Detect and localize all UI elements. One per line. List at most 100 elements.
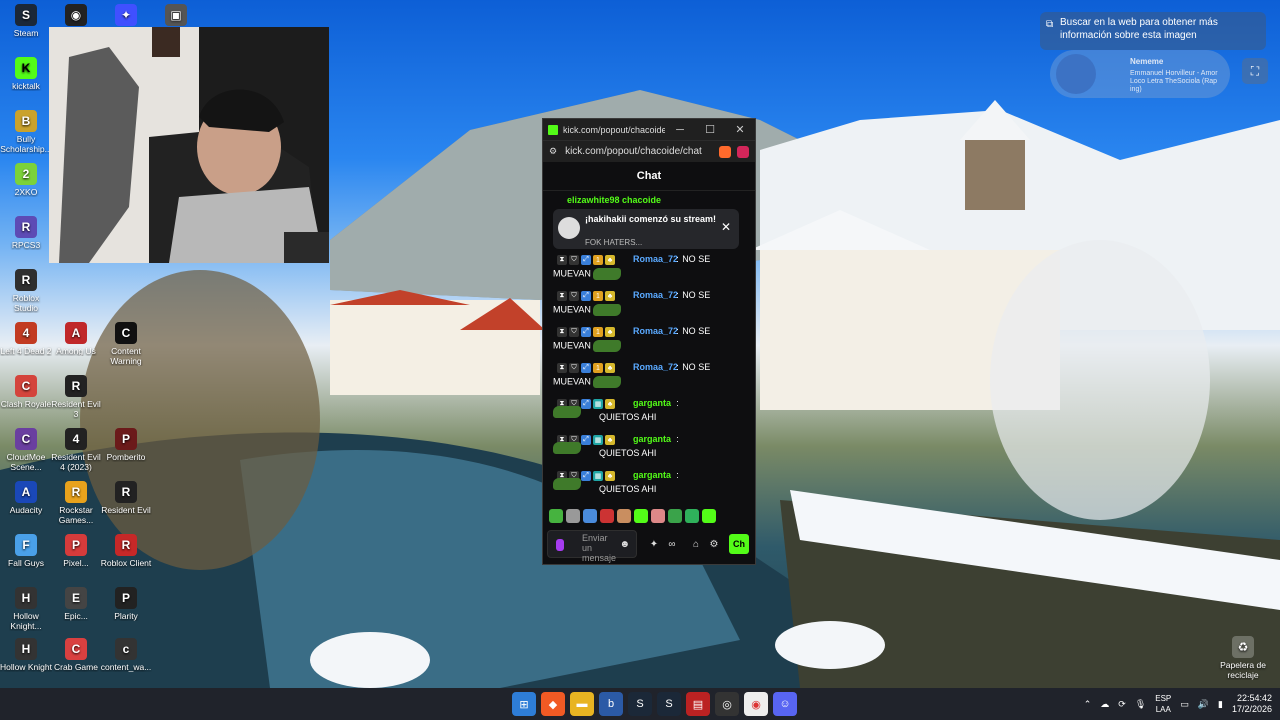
resident-evil-icon: R xyxy=(65,375,87,397)
brave-browser-icon[interactable]: ◆ xyxy=(541,692,565,716)
settings-icon[interactable]: ⚙ xyxy=(705,539,723,550)
desktop-icon-app[interactable]: ◉ xyxy=(50,4,102,28)
kick-chat-window: kick.com/popout/chacoide/... ─ ☐ ✕ ⚙ kic… xyxy=(542,118,756,565)
steam-icon[interactable]: S xyxy=(628,692,652,716)
emoji-icon[interactable]: ☻ xyxy=(619,539,630,550)
brave-rewards-icon[interactable] xyxy=(737,145,749,158)
emote-icon[interactable] xyxy=(600,509,614,523)
desktop-icon-steam[interactable]: S Steam xyxy=(0,4,52,38)
link-icon[interactable]: ∞ xyxy=(663,539,681,550)
volume-icon[interactable]: 🔊 xyxy=(1198,699,1209,710)
gift-icon[interactable]: ⌂ xyxy=(687,539,705,550)
emote-icon[interactable] xyxy=(634,509,648,523)
steam-icon[interactable]: S xyxy=(657,692,681,716)
chat-message[interactable]: ⧗ ⛉ ⤢ 1 ♣ Romaa_72: NO SE MUEVAN xyxy=(543,251,753,287)
badge-icon: ▦ xyxy=(593,399,603,409)
emote-icon[interactable] xyxy=(702,509,716,523)
chat-username[interactable]: garganta xyxy=(633,470,671,480)
desktop-icon-clash-royale[interactable]: C Clash Royale xyxy=(0,375,52,409)
desktop-icon-rpcs3[interactable]: R RPCS3 xyxy=(0,216,52,250)
desktop-icon-content-wa[interactable]: c content_wa... xyxy=(100,638,152,672)
visual-search-tip[interactable]: ⧉ Buscar en la web para obtener más info… xyxy=(1040,12,1266,50)
desktop-icon-resident-evil[interactable]: R Resident Evil xyxy=(100,481,152,515)
chat-message[interactable]: ⧗ ⛉ ⤢ ▦ ♣ garganta: QUIETOS AHI xyxy=(543,395,753,431)
chat-message[interactable]: ⧗ ⛉ ⤢ 1 ♣ Romaa_72: NO SE MUEVAN xyxy=(543,323,753,359)
desktop-icon-rockstar[interactable]: R Rockstar Games... xyxy=(50,481,102,525)
sparkle-icon[interactable]: ✦ xyxy=(645,539,663,550)
maximize-icon[interactable]: ☐ xyxy=(695,123,725,136)
chat-username[interactable]: garganta xyxy=(633,434,671,444)
chat-input[interactable]: Enviar un mensaje ☻ xyxy=(547,530,637,563)
emote-icon[interactable] xyxy=(549,509,563,523)
github-icon[interactable]: ◎ xyxy=(715,692,739,716)
desktop-icon-hollow-knight[interactable]: H Hollow Knight xyxy=(0,638,52,672)
microphone-icon[interactable]: 🎙 xyxy=(1135,699,1146,710)
desktop-icon-2xko[interactable]: 2 2XKO xyxy=(0,163,52,197)
emote-icon[interactable] xyxy=(583,509,597,523)
cloud-icon[interactable]: ☁ xyxy=(1100,699,1109,710)
desktop-icon-resident-evil-4[interactable]: 4 Resident Evil 4 (2023) xyxy=(50,428,102,472)
emote-icon[interactable] xyxy=(617,509,631,523)
desktop-icon-roblox-client[interactable]: R Roblox Client xyxy=(100,534,152,568)
battery-icon[interactable]: ▮ xyxy=(1218,699,1223,710)
desktop-icon-app[interactable]: ✦ xyxy=(100,4,152,28)
desktop-icon-roblox-studio[interactable]: R Roblox Studio xyxy=(0,269,52,313)
emote-icon[interactable] xyxy=(685,509,699,523)
badge-icon: ⧗ xyxy=(557,255,567,265)
badge-icon: ♣ xyxy=(605,327,615,337)
mic-icon[interactable] xyxy=(556,539,564,551)
close-icon[interactable]: ✕ xyxy=(721,221,731,233)
emote-icon[interactable] xyxy=(566,509,580,523)
sync-icon[interactable]: ⟳ xyxy=(1118,699,1126,710)
chrome-icon[interactable]: ◉ xyxy=(744,692,768,716)
desktop-icon-among-us[interactable]: A Among Us xyxy=(50,322,102,356)
windows-start-icon[interactable]: ⊞ xyxy=(512,692,536,716)
desktop-icon-epic[interactable]: E Epic... xyxy=(50,587,102,621)
discord-icon[interactable]: ☺ xyxy=(773,692,797,716)
file-explorer-icon[interactable]: ▬ xyxy=(570,692,594,716)
emote-icon xyxy=(593,340,622,352)
chat-username[interactable]: Romaa_72 xyxy=(633,362,678,372)
desktop-icon-pomberito[interactable]: P Pomberito xyxy=(100,428,152,462)
send-button[interactable]: Ch xyxy=(729,534,749,554)
desktop-icon-recycle-bin[interactable]: ♻ Papelera de reciclaje xyxy=(1215,636,1271,680)
desktop-icon-fall-guys[interactable]: F Fall Guys xyxy=(0,534,52,568)
desktop-icon-bully[interactable]: B Bully Scholarship... xyxy=(0,110,52,154)
screen-capture-icon[interactable]: ⛶ xyxy=(1242,58,1268,84)
site-settings-icon[interactable]: ⚙ xyxy=(543,146,557,157)
desktop-icon-resident-evil-3[interactable]: R Resident Evil 3 xyxy=(50,375,102,419)
desktop-icon-hollow-knight-alt[interactable]: H Hollow Knight... xyxy=(0,587,52,631)
desktop-icon-kicktalk[interactable]: Kkicktalk xyxy=(0,57,52,91)
chat-header: Chat xyxy=(543,162,755,191)
minimize-icon[interactable]: ─ xyxy=(665,124,695,136)
desktop-icon-content-warning[interactable]: C Content Warning xyxy=(100,322,152,366)
brave-shield-icon[interactable] xyxy=(719,145,731,158)
desktop-icon-crab-game[interactable]: C Crab Game xyxy=(50,638,102,672)
desktop-icon-pixel[interactable]: P Pixel... xyxy=(50,534,102,568)
chat-message[interactable]: ⧗ ⛉ ⤢ ▦ ♣ garganta: QUIETOS AHI xyxy=(543,467,753,503)
chevron-up-icon[interactable]: ⌃ xyxy=(1084,699,1092,710)
chat-username[interactable]: Romaa_72 xyxy=(633,326,678,336)
chat-message[interactable]: ⧗ ⛉ ⤢ ▦ ♣ garganta: QUIETOS AHI xyxy=(543,431,753,467)
game-app-icon[interactable]: ▤ xyxy=(686,692,710,716)
desktop-icon-app[interactable]: ▣ xyxy=(150,4,202,28)
language-indicator[interactable]: ESP LAA xyxy=(1155,693,1171,715)
desktop-icon-audacity[interactable]: A Audacity xyxy=(0,481,52,515)
chat-message[interactable]: ⧗ ⛉ ⤢ 1 ♣ Romaa_72: NO SE MUEVAN xyxy=(543,359,753,395)
desktop-icon-plarity[interactable]: P Plarity xyxy=(100,587,152,621)
network-icon[interactable]: ▭ xyxy=(1180,699,1189,710)
emote-icon[interactable] xyxy=(668,509,682,523)
chat-message[interactable]: ⧗ ⛉ ⤢ 1 ♣ Romaa_72: NO SE MUEVAN xyxy=(543,287,753,323)
desktop-icon-left4dead2[interactable]: 4 Left 4 Dead 2 xyxy=(0,322,52,356)
bully-icon: B xyxy=(15,110,37,132)
address-bar[interactable]: ⚙ kick.com/popout/chacoide/chat xyxy=(543,140,755,162)
bing-icon[interactable]: b xyxy=(599,692,623,716)
desktop-icon-scene[interactable]: C CloudMoe Scene... xyxy=(0,428,52,472)
stream-notification[interactable]: ¡hakihakii comenzó su stream! FOK HATERS… xyxy=(553,209,739,249)
chat-username[interactable]: Romaa_72 xyxy=(633,254,678,264)
emote-icon[interactable] xyxy=(651,509,665,523)
chat-username[interactable]: garganta xyxy=(633,398,671,408)
chat-username[interactable]: Romaa_72 xyxy=(633,290,678,300)
clock[interactable]: 22:54:42 17/2/2026 xyxy=(1232,693,1272,715)
close-icon[interactable]: ✕ xyxy=(725,123,755,136)
